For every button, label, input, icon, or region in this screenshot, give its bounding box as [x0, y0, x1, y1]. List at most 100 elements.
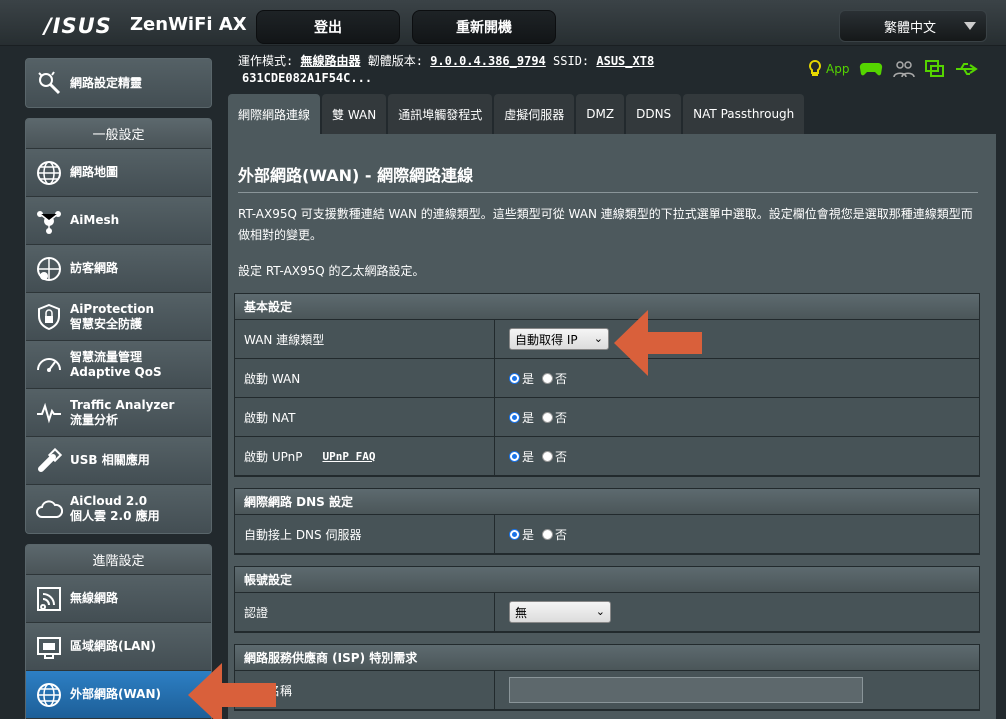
- sidebar-item-aimesh[interactable]: AiMesh: [26, 197, 211, 245]
- globe-icon: [34, 158, 64, 188]
- language-select[interactable]: 繁體中文: [839, 10, 987, 42]
- divider: [238, 192, 978, 193]
- radio-label: 否: [555, 371, 568, 386]
- sidebar-item-label: 網路地圖: [70, 165, 119, 179]
- radio-label: 是: [522, 371, 535, 386]
- enable-nat-no-radio[interactable]: 否: [542, 409, 567, 426]
- sidebar-item-label-group: AiProtection 智慧安全防護: [70, 302, 154, 332]
- sidebar-item-traffic-analyzer[interactable]: Traffic Analyzer 流量分析: [26, 389, 211, 437]
- reboot-button[interactable]: 重新開機: [412, 10, 556, 44]
- app-label: App: [826, 62, 850, 76]
- wan-type-row: WAN 連線類型 自動取得 IP ⌄: [235, 320, 979, 359]
- tab-dmz[interactable]: DMZ: [576, 94, 625, 134]
- advanced-settings-box: 進階設定 無線網路 區域網路(LAN) 外部網路(WAN): [25, 544, 212, 719]
- status-info: 運作模式: 無線路由器 韌體版本: 9.0.0.4.386_9794 SSID:…: [238, 52, 654, 85]
- enable-upnp-yes-radio[interactable]: 是: [509, 448, 534, 465]
- tab-virtual-server[interactable]: 虛擬伺服器: [494, 94, 575, 134]
- copy-screen-icon[interactable]: [925, 60, 945, 78]
- dns-auto-no-radio[interactable]: 否: [542, 526, 567, 543]
- sidebar-item-label: 網路設定精靈: [70, 75, 143, 90]
- isp-settings-section: 網路服務供應商 (ISP) 特別需求 主機名稱: [234, 644, 980, 711]
- field-label-group: 啟動 UPnP UPnP FAQ: [235, 437, 495, 475]
- enable-wan-yes-radio[interactable]: 是: [509, 370, 534, 387]
- tab-nat-passthrough[interactable]: NAT Passthrough: [683, 94, 805, 134]
- mode-link[interactable]: 無線路由器: [300, 54, 360, 68]
- radio-dot: [509, 450, 520, 462]
- cloud-icon: [34, 494, 64, 524]
- page-title: 外部網路(WAN) - 網際網路連線: [238, 166, 474, 185]
- globe-icon: [34, 680, 64, 710]
- sidebar-item-sublabel: 個人雲 2.0 應用: [70, 509, 160, 523]
- top-bar: /ISUS ZenWiFi AX 登出 重新開機 繁體中文: [0, 0, 1006, 46]
- wireless-icon: [34, 584, 64, 614]
- caret-down-icon: [964, 22, 976, 30]
- gamepad-icon[interactable]: [859, 61, 883, 77]
- usb-status-icon[interactable]: [955, 62, 979, 76]
- page-subdescription: 設定 RT-AX95Q 的乙太網路設定。: [238, 264, 425, 278]
- sidebar-item-usb[interactable]: USB 相關應用: [26, 437, 211, 485]
- tab-port-trigger[interactable]: 通訊埠觸發程式: [388, 94, 493, 134]
- wizard-icon: [34, 68, 64, 98]
- asus-logo: /ISUS: [44, 14, 112, 38]
- tab-ddns[interactable]: DDNS: [626, 94, 682, 134]
- section-heading: 網路服務供應商 (ISP) 特別需求: [235, 645, 979, 671]
- sidebar-item-label: AiCloud 2.0: [70, 494, 148, 508]
- enable-wan-no-radio[interactable]: 否: [542, 370, 567, 387]
- users-icon[interactable]: [893, 60, 916, 78]
- dns-settings-section: 網際網路 DNS 設定 自動接上 DNS 伺服器 是 否: [234, 488, 980, 555]
- chevron-down-icon: ⌄: [593, 332, 603, 345]
- sidebar-item-wireless[interactable]: 無線網路: [26, 575, 211, 623]
- firmware-label: 韌體版本:: [367, 54, 423, 68]
- sidebar-item-wan[interactable]: 外部網路(WAN): [26, 671, 211, 719]
- wan-type-select[interactable]: 自動取得 IP ⌄: [509, 328, 609, 350]
- sidebar-item-aicloud[interactable]: AiCloud 2.0 個人雲 2.0 應用: [26, 485, 211, 533]
- wan-type-value: 自動取得 IP: [515, 332, 578, 347]
- sidebar-item-label: 無線網路: [70, 591, 119, 605]
- gauge-icon: [34, 350, 64, 380]
- wave-chart-icon: [34, 398, 64, 428]
- section-heading: 基本設定: [235, 294, 979, 320]
- sidebar-item-label: 訪客網路: [70, 261, 119, 275]
- radio-label: 是: [522, 449, 535, 464]
- sidebar-item-wizard[interactable]: 網路設定精靈: [26, 59, 211, 107]
- field-label: 認證: [235, 593, 495, 631]
- radio-label: 否: [555, 449, 568, 464]
- dns-auto-row: 自動接上 DNS 伺服器 是 否: [235, 515, 979, 554]
- account-settings-section: 帳號設定 認證 無 ⌄: [234, 566, 980, 633]
- upnp-faq-link[interactable]: UPnP FAQ: [322, 450, 375, 463]
- section-heading: 帳號設定: [235, 567, 979, 593]
- bulb-icon[interactable]: App: [808, 60, 849, 78]
- sidebar-item-label-group: 智慧流量管理 Adaptive QoS: [70, 350, 162, 380]
- logout-button[interactable]: 登出: [256, 10, 400, 44]
- mac-address: 631CDE082A1F54C...: [242, 71, 373, 85]
- general-settings-box: 一般設定 網路地圖 AiMesh 訪客網路 AiProtection 智慧安全防護…: [25, 118, 212, 534]
- page-description: RT-AX95Q 可支援數種連結 WAN 的連線類型。這些類型可從 WAN 連線…: [238, 207, 973, 242]
- guest-network-icon: [34, 254, 64, 284]
- enable-nat-yes-radio[interactable]: 是: [509, 409, 534, 426]
- sidebar-item-adaptive-qos[interactable]: 智慧流量管理 Adaptive QoS: [26, 341, 211, 389]
- sidebar-item-sublabel: Adaptive QoS: [70, 364, 162, 379]
- radio-label: 是: [522, 527, 535, 542]
- enable-upnp-no-radio[interactable]: 否: [542, 448, 567, 465]
- hostname-row: 主機名稱: [235, 671, 979, 710]
- sidebar-item-lan[interactable]: 區域網路(LAN): [26, 623, 211, 671]
- sidebar-item-aiprotection[interactable]: AiProtection 智慧安全防護: [26, 293, 211, 341]
- status-icons: App: [808, 60, 979, 78]
- firmware-link[interactable]: 9.0.0.4.386_9794: [430, 54, 546, 68]
- advanced-settings-heading: 進階設定: [26, 545, 211, 575]
- sidebar-item-label-group: AiCloud 2.0 個人雲 2.0 應用: [70, 494, 160, 524]
- auth-value: 無: [515, 605, 528, 620]
- hostname-input[interactable]: [509, 677, 863, 703]
- tab-internet-connection[interactable]: 網際網路連線: [228, 94, 321, 134]
- ssid-link[interactable]: ASUS_XT8: [596, 54, 654, 68]
- product-name: ZenWiFi AX: [130, 14, 247, 35]
- ssid-label: SSID:: [553, 54, 590, 68]
- sidebar-item-network-map[interactable]: 網路地圖: [26, 149, 211, 197]
- usb-icon: [34, 446, 64, 476]
- mode-label: 運作模式:: [238, 54, 294, 68]
- auth-select[interactable]: 無 ⌄: [509, 601, 611, 623]
- enable-upnp-row: 啟動 UPnP UPnP FAQ 是 否: [235, 437, 979, 476]
- dns-auto-yes-radio[interactable]: 是: [509, 526, 534, 543]
- tab-dual-wan[interactable]: 雙 WAN: [322, 94, 387, 134]
- sidebar-item-guest-network[interactable]: 訪客網路: [26, 245, 211, 293]
